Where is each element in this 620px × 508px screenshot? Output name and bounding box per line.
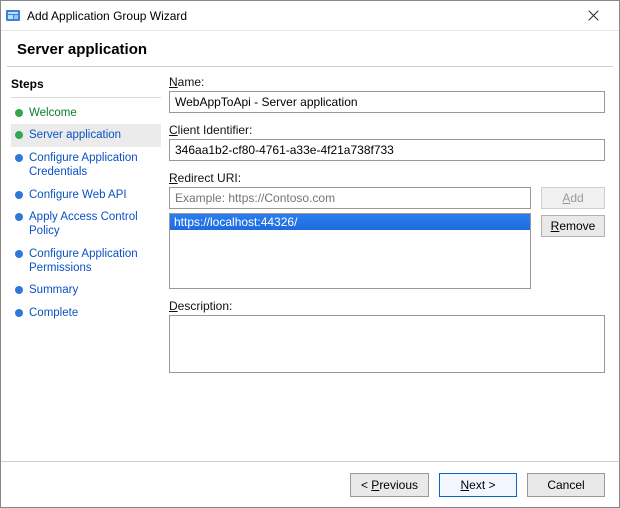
step-label: Server application [29,128,121,142]
step-server-application[interactable]: Server application [11,124,161,146]
close-icon [588,10,599,21]
step-bullet-icon [15,131,23,139]
list-item[interactable]: https://localhost:44326/ [170,214,530,230]
client-id-label: Client Identifier: [169,123,605,137]
cancel-button[interactable]: Cancel [527,473,605,497]
footer: < Previous Next > Cancel [1,461,619,507]
redirect-uri-label: Redirect URI: [169,171,605,185]
description-textarea[interactable] [169,315,605,373]
step-bullet-icon [15,250,23,258]
step-label: Configure Application Permissions [29,247,157,276]
wizard-window: Add Application Group Wizard Server appl… [0,0,620,508]
remove-button[interactable]: Remove [541,215,605,237]
step-configure-application-credentials[interactable]: Configure Application Credentials [11,147,161,184]
next-button[interactable]: Next > [439,473,517,497]
titlebar: Add Application Group Wizard [1,1,619,31]
step-label: Configure Web API [29,188,127,202]
name-label: Name: [169,75,605,89]
description-label: Description: [169,299,605,313]
step-bullet-icon [15,154,23,162]
previous-button[interactable]: < Previous [350,473,429,497]
step-complete[interactable]: Complete [11,302,161,324]
name-input[interactable] [169,91,605,113]
step-configure-application-permissions[interactable]: Configure Application Permissions [11,243,161,280]
step-summary[interactable]: Summary [11,279,161,301]
step-bullet-icon [15,213,23,221]
steps-pane: Steps Welcome Server application Configure… [1,67,165,461]
steps-heading: Steps [11,75,161,98]
step-label: Summary [29,283,78,297]
step-welcome[interactable]: Welcome [11,102,161,124]
page-title: Server application [1,31,619,66]
step-bullet-icon [15,286,23,294]
content-pane: Name: Client Identifier: Redirect URI: h… [165,67,619,461]
close-button[interactable] [573,4,613,28]
client-id-input[interactable] [169,139,605,161]
step-configure-web-api[interactable]: Configure Web API [11,184,161,206]
step-bullet-icon [15,191,23,199]
redirect-uri-list[interactable]: https://localhost:44326/ [169,213,531,289]
add-button[interactable]: Add [541,187,605,209]
step-label: Complete [29,306,78,320]
window-title: Add Application Group Wizard [27,9,573,23]
step-label: Configure Application Credentials [29,151,157,180]
redirect-uri-input[interactable] [169,187,531,209]
step-label: Apply Access Control Policy [29,210,157,239]
step-bullet-icon [15,109,23,117]
step-bullet-icon [15,309,23,317]
step-label: Welcome [29,106,77,120]
step-apply-access-control-policy[interactable]: Apply Access Control Policy [11,206,161,243]
app-icon [5,8,21,24]
